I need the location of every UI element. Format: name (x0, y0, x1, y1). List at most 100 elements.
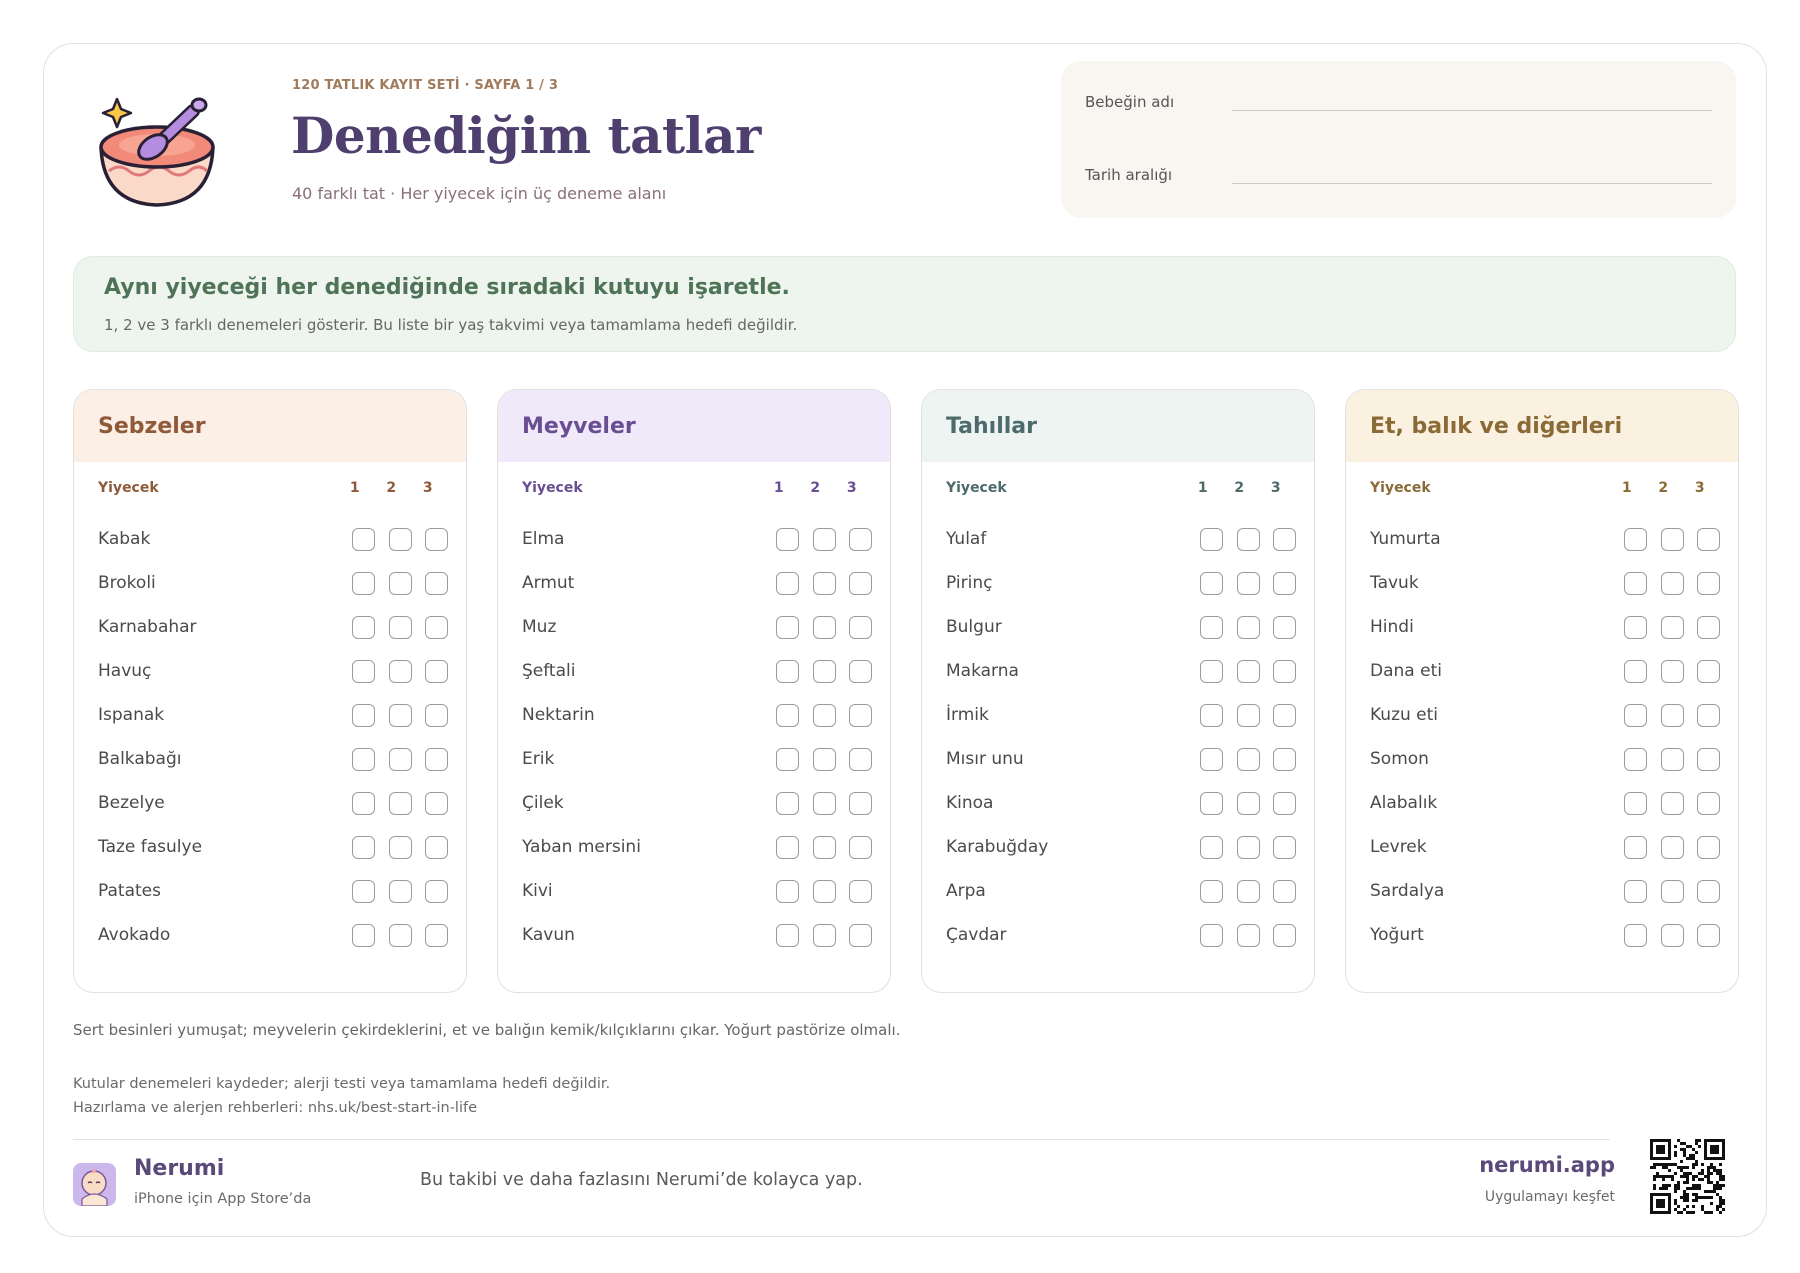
trial-checkbox[interactable] (776, 747, 799, 771)
trial-checkbox[interactable] (812, 615, 836, 639)
trial-checkbox[interactable] (352, 703, 375, 727)
trial-checkbox[interactable] (352, 835, 375, 859)
trial-checkbox[interactable] (1624, 835, 1647, 859)
trial-checkbox[interactable] (388, 571, 412, 595)
trial-checkbox[interactable] (849, 615, 872, 639)
trial-checkbox[interactable] (812, 747, 836, 771)
trial-checkbox[interactable] (1624, 527, 1647, 551)
trial-checkbox[interactable] (1236, 879, 1260, 903)
trial-checkbox[interactable] (849, 571, 872, 595)
trial-checkbox[interactable] (388, 923, 412, 947)
trial-checkbox[interactable] (1200, 703, 1223, 727)
trial-checkbox[interactable] (1660, 923, 1684, 947)
trial-checkbox[interactable] (425, 879, 448, 903)
trial-checkbox[interactable] (1236, 923, 1260, 947)
trial-checkbox[interactable] (1697, 791, 1720, 815)
trial-checkbox[interactable] (1200, 571, 1223, 595)
trial-checkbox[interactable] (849, 747, 872, 771)
trial-checkbox[interactable] (776, 923, 799, 947)
trial-checkbox[interactable] (776, 571, 799, 595)
trial-checkbox[interactable] (812, 703, 836, 727)
trial-checkbox[interactable] (1200, 835, 1223, 859)
trial-checkbox[interactable] (1236, 791, 1260, 815)
trial-checkbox[interactable] (849, 923, 872, 947)
trial-checkbox[interactable] (1697, 835, 1720, 859)
trial-checkbox[interactable] (1660, 703, 1684, 727)
trial-checkbox[interactable] (812, 923, 836, 947)
trial-checkbox[interactable] (388, 879, 412, 903)
trial-checkbox[interactable] (352, 571, 375, 595)
trial-checkbox[interactable] (849, 659, 872, 683)
trial-checkbox[interactable] (1273, 703, 1296, 727)
trial-checkbox[interactable] (388, 659, 412, 683)
trial-checkbox[interactable] (1200, 747, 1223, 771)
trial-checkbox[interactable] (1624, 703, 1647, 727)
trial-checkbox[interactable] (1273, 879, 1296, 903)
trial-checkbox[interactable] (425, 659, 448, 683)
trial-checkbox[interactable] (425, 703, 448, 727)
trial-checkbox[interactable] (1697, 571, 1720, 595)
trial-checkbox[interactable] (1273, 527, 1296, 551)
trial-checkbox[interactable] (1273, 571, 1296, 595)
trial-checkbox[interactable] (1660, 659, 1684, 683)
trial-checkbox[interactable] (388, 791, 412, 815)
trial-checkbox[interactable] (388, 703, 412, 727)
trial-checkbox[interactable] (388, 615, 412, 639)
trial-checkbox[interactable] (1697, 659, 1720, 683)
trial-checkbox[interactable] (1273, 835, 1296, 859)
trial-checkbox[interactable] (1200, 659, 1223, 683)
trial-checkbox[interactable] (1660, 615, 1684, 639)
qr-code-icon[interactable] (1650, 1139, 1725, 1214)
trial-checkbox[interactable] (1236, 527, 1260, 551)
trial-checkbox[interactable] (1624, 659, 1647, 683)
trial-checkbox[interactable] (1200, 879, 1223, 903)
trial-checkbox[interactable] (1236, 615, 1260, 639)
trial-checkbox[interactable] (1697, 879, 1720, 903)
trial-checkbox[interactable] (1624, 879, 1647, 903)
trial-checkbox[interactable] (352, 879, 375, 903)
trial-checkbox[interactable] (1236, 571, 1260, 595)
trial-checkbox[interactable] (1273, 659, 1296, 683)
trial-checkbox[interactable] (776, 879, 799, 903)
baby-name-line[interactable] (1232, 110, 1712, 111)
trial-checkbox[interactable] (1660, 791, 1684, 815)
trial-checkbox[interactable] (1273, 923, 1296, 947)
trial-checkbox[interactable] (352, 527, 375, 551)
trial-checkbox[interactable] (776, 527, 799, 551)
trial-checkbox[interactable] (1697, 615, 1720, 639)
trial-checkbox[interactable] (812, 527, 836, 551)
trial-checkbox[interactable] (776, 703, 799, 727)
trial-checkbox[interactable] (1697, 747, 1720, 771)
trial-checkbox[interactable] (1624, 747, 1647, 771)
trial-checkbox[interactable] (1236, 659, 1260, 683)
trial-checkbox[interactable] (352, 747, 375, 771)
trial-checkbox[interactable] (1660, 835, 1684, 859)
trial-checkbox[interactable] (849, 791, 872, 815)
trial-checkbox[interactable] (849, 879, 872, 903)
trial-checkbox[interactable] (1273, 747, 1296, 771)
trial-checkbox[interactable] (849, 703, 872, 727)
trial-checkbox[interactable] (1697, 527, 1720, 551)
trial-checkbox[interactable] (776, 791, 799, 815)
trial-checkbox[interactable] (812, 571, 836, 595)
site-link[interactable]: nerumi.app (1479, 1153, 1615, 1177)
trial-checkbox[interactable] (1236, 703, 1260, 727)
trial-checkbox[interactable] (1624, 615, 1647, 639)
trial-checkbox[interactable] (812, 791, 836, 815)
trial-checkbox[interactable] (812, 659, 836, 683)
trial-checkbox[interactable] (776, 659, 799, 683)
trial-checkbox[interactable] (388, 835, 412, 859)
trial-checkbox[interactable] (425, 527, 448, 551)
trial-checkbox[interactable] (425, 791, 448, 815)
trial-checkbox[interactable] (1660, 527, 1684, 551)
trial-checkbox[interactable] (812, 835, 836, 859)
trial-checkbox[interactable] (1236, 835, 1260, 859)
trial-checkbox[interactable] (1624, 571, 1647, 595)
trial-checkbox[interactable] (388, 747, 412, 771)
trial-checkbox[interactable] (1660, 571, 1684, 595)
trial-checkbox[interactable] (1273, 615, 1296, 639)
trial-checkbox[interactable] (849, 835, 872, 859)
trial-checkbox[interactable] (1624, 791, 1647, 815)
trial-checkbox[interactable] (1236, 747, 1260, 771)
trial-checkbox[interactable] (1200, 527, 1223, 551)
